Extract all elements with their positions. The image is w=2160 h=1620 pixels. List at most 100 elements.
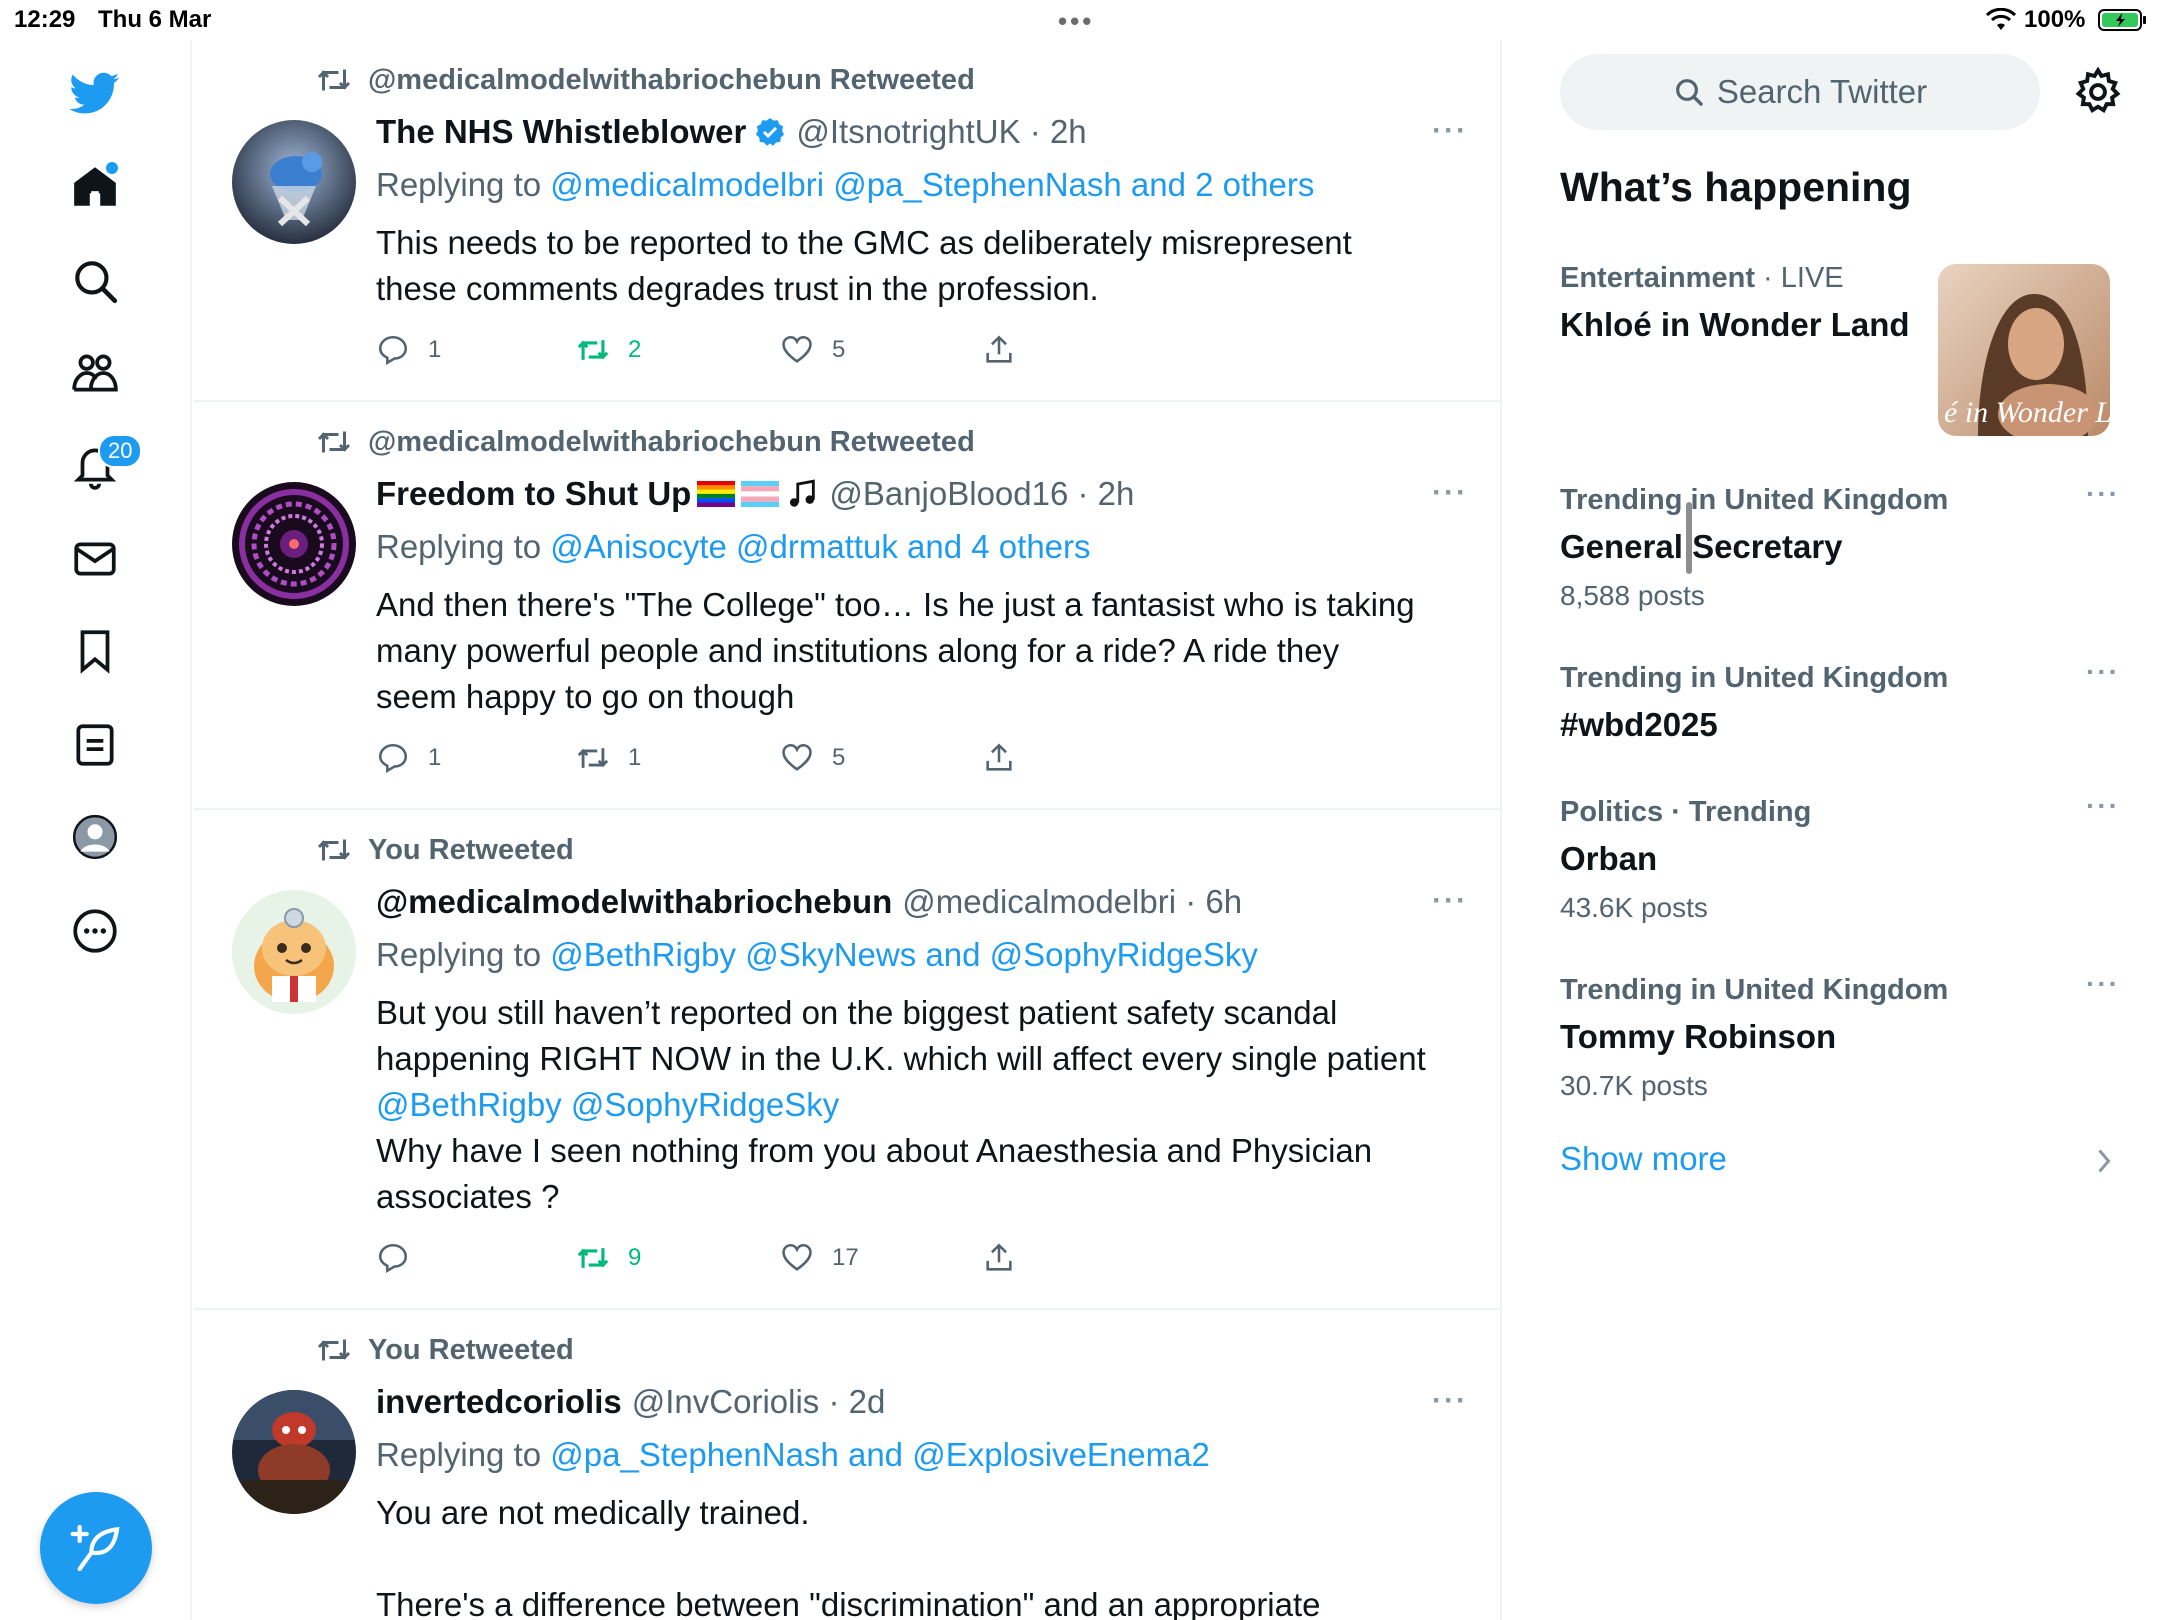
more-options-icon[interactable] (60, 896, 130, 966)
retweet-context: @medicalmodelwithabriochebun Retweeted (316, 62, 975, 98)
avatar[interactable] (232, 120, 356, 244)
music-note-icon (790, 479, 816, 507)
replying-to-links[interactable]: @BethRigby @SkyNews and @SophyRidgeSky (550, 936, 1258, 973)
share-button[interactable] (982, 738, 1034, 778)
trend-item-tommy-robinson[interactable]: Trending in United Kingdom Tommy Robinso… (1560, 968, 2120, 1102)
replying-to: Replying to @Anisocyte @drmattuk and 4 o… (376, 528, 1091, 566)
tweet-line: these comments degrades trust in the pro… (376, 270, 1099, 307)
tweet[interactable]: @medicalmodelwithabriochebun Retweeted T… (194, 40, 1502, 402)
replying-prefix: Replying to (376, 936, 551, 973)
tweet-line: associates ? (376, 1178, 560, 1215)
communities-icon[interactable] (60, 338, 130, 408)
battery-icon (2098, 9, 2146, 31)
tweet-more-options-icon[interactable]: ··· (1432, 884, 1472, 918)
trend-thumbnail-image[interactable]: é in Wonder L (1938, 264, 2110, 436)
trend-item-orban[interactable]: Politics · Trending Orban 43.6K posts ··… (1560, 790, 2120, 924)
show-more-link[interactable]: Show more (1560, 1140, 1727, 1178)
retweet-small-icon (317, 69, 351, 91)
share-button[interactable] (982, 330, 1034, 370)
trend-more-options-icon[interactable]: ··· (2086, 968, 2120, 1000)
tweet[interactable]: You Retweeted @medicalmodelwithabriocheb… (194, 810, 1502, 1310)
like-button[interactable]: 5 (780, 330, 845, 370)
trend-more-options-icon[interactable]: ··· (2086, 790, 2120, 822)
status-date: Thu 6 Mar (98, 6, 212, 33)
search-icon[interactable] (60, 246, 130, 316)
display-name[interactable]: @medicalmodelwithabriochebun (376, 883, 892, 921)
avatar[interactable] (232, 1390, 356, 1514)
tweet-header: Freedom to Shut Up @BanjoBlood16 · 2h (376, 472, 1134, 516)
tweet-mentions[interactable]: @BethRigby @SophyRidgeSky (376, 1082, 1466, 1128)
handle-time: @InvCoriolis · 2d (631, 1383, 886, 1420)
tweet-text: This needs to be reported to the GMC as … (376, 220, 1466, 312)
avatar[interactable] (232, 890, 356, 1014)
reply-button[interactable]: 1 (376, 738, 441, 778)
tweet-actions: 1 1 5 (376, 738, 1076, 778)
trend-item-wbd2025[interactable]: Trending in United Kingdom #wbd2025 ··· (1560, 656, 2120, 750)
profile-avatar-icon[interactable] (60, 802, 130, 872)
replying-to-links[interactable]: @Anisocyte @drmattuk and 4 others (550, 528, 1090, 565)
status-time: 12:29 (14, 6, 76, 33)
verified-badge-icon (756, 118, 785, 146)
trend-meta: Trending in United Kingdom (1560, 662, 2120, 702)
retweet-context: You Retweeted (316, 1332, 574, 1368)
notifications-bell-icon[interactable]: 20 (60, 430, 143, 500)
retweet-button[interactable]: 1 (576, 738, 641, 778)
retweet-context: @medicalmodelwithabriochebun Retweeted (316, 424, 975, 460)
replying-prefix: Replying to (376, 1436, 551, 1473)
share-button[interactable] (982, 1238, 1034, 1278)
tweet-more-options-icon[interactable]: ··· (1432, 476, 1472, 510)
tweet[interactable]: @medicalmodelwithabriochebun Retweeted F… (194, 402, 1502, 810)
retweet-button[interactable]: 9 (576, 1238, 641, 1278)
whats-happening-title: What’s happening (1560, 164, 1912, 210)
trend-item-general-secretary[interactable]: Trending in United Kingdom General Secre… (1560, 478, 2120, 612)
replying-to: Replying to @BethRigby @SkyNews and @Sop… (376, 936, 1258, 974)
search-icon (1675, 79, 1703, 106)
retweet-context-text: @medicalmodelwithabriochebun Retweeted (368, 63, 975, 96)
share-icon (986, 743, 1012, 771)
trend-category: Trending in United Kingdom (1560, 974, 1949, 1006)
trend-count: 30.7K posts (1560, 1070, 1708, 1101)
bookmarks-icon[interactable] (60, 616, 130, 686)
search-twitter-input[interactable]: Search Twitter (1560, 54, 2040, 130)
tweet-more-options-icon[interactable]: ··· (1432, 114, 1472, 148)
compose-tweet-button[interactable] (40, 1492, 152, 1604)
trend-title: #wbd2025 (1560, 706, 1718, 743)
avatar[interactable] (232, 482, 356, 606)
home-icon[interactable] (60, 152, 130, 222)
twitter-logo-icon[interactable] (60, 58, 130, 128)
reply-button[interactable]: 1 (376, 330, 441, 370)
side-nav: 20 (0, 40, 192, 1620)
reply-button[interactable] (376, 1238, 428, 1278)
display-name[interactable]: invertedcoriolis (376, 1383, 622, 1421)
trend-image-caption: é in Wonder L (1944, 396, 2110, 429)
lists-icon[interactable] (60, 710, 130, 780)
display-name[interactable]: The NHS Whistleblower (376, 113, 746, 151)
like-count: 17 (832, 1244, 859, 1271)
replying-to: Replying to @medicalmodelbri @pa_Stephen… (376, 166, 1314, 204)
retweet-icon (577, 748, 609, 768)
tweet[interactable]: You Retweeted invertedcoriolis @InvCorio… (194, 1310, 1502, 1620)
retweet-small-icon (317, 1339, 351, 1361)
like-button[interactable]: 5 (780, 738, 845, 778)
display-name[interactable]: Freedom to Shut Up (376, 475, 691, 513)
trend-more-options-icon[interactable]: ··· (2086, 478, 2120, 510)
multitasking-dots-icon[interactable]: ••• (1058, 6, 1094, 37)
right-sidebar: Search Twitter What’s happening Entertai… (1502, 40, 2160, 1620)
tweet-line: seem happy to go on though (376, 678, 795, 715)
like-button[interactable]: 17 (780, 1238, 859, 1278)
trend-meta: Trending in United Kingdom (1560, 974, 2120, 1014)
chevron-right-icon[interactable] (2092, 1146, 2116, 1176)
replying-to-links[interactable]: @pa_StephenNash and @ExplosiveEnema2 (550, 1436, 1210, 1473)
trend-more-options-icon[interactable]: ··· (2086, 656, 2120, 688)
trans-flag-icon (741, 481, 780, 507)
trend-category: Trending in United Kingdom (1560, 662, 1949, 694)
trend-category: Politics · Trending (1560, 796, 1812, 828)
reply-count: 1 (428, 336, 442, 363)
settings-gear-icon[interactable] (2072, 66, 2124, 118)
replying-to-links[interactable]: @medicalmodelbri @pa_StephenNash and 2 o… (550, 166, 1314, 203)
retweet-button[interactable]: 2 (576, 330, 641, 370)
messages-icon[interactable] (60, 524, 130, 594)
tweet-more-options-icon[interactable]: ··· (1432, 1384, 1472, 1418)
retweet-count: 2 (628, 336, 642, 363)
heart-icon (782, 335, 812, 363)
